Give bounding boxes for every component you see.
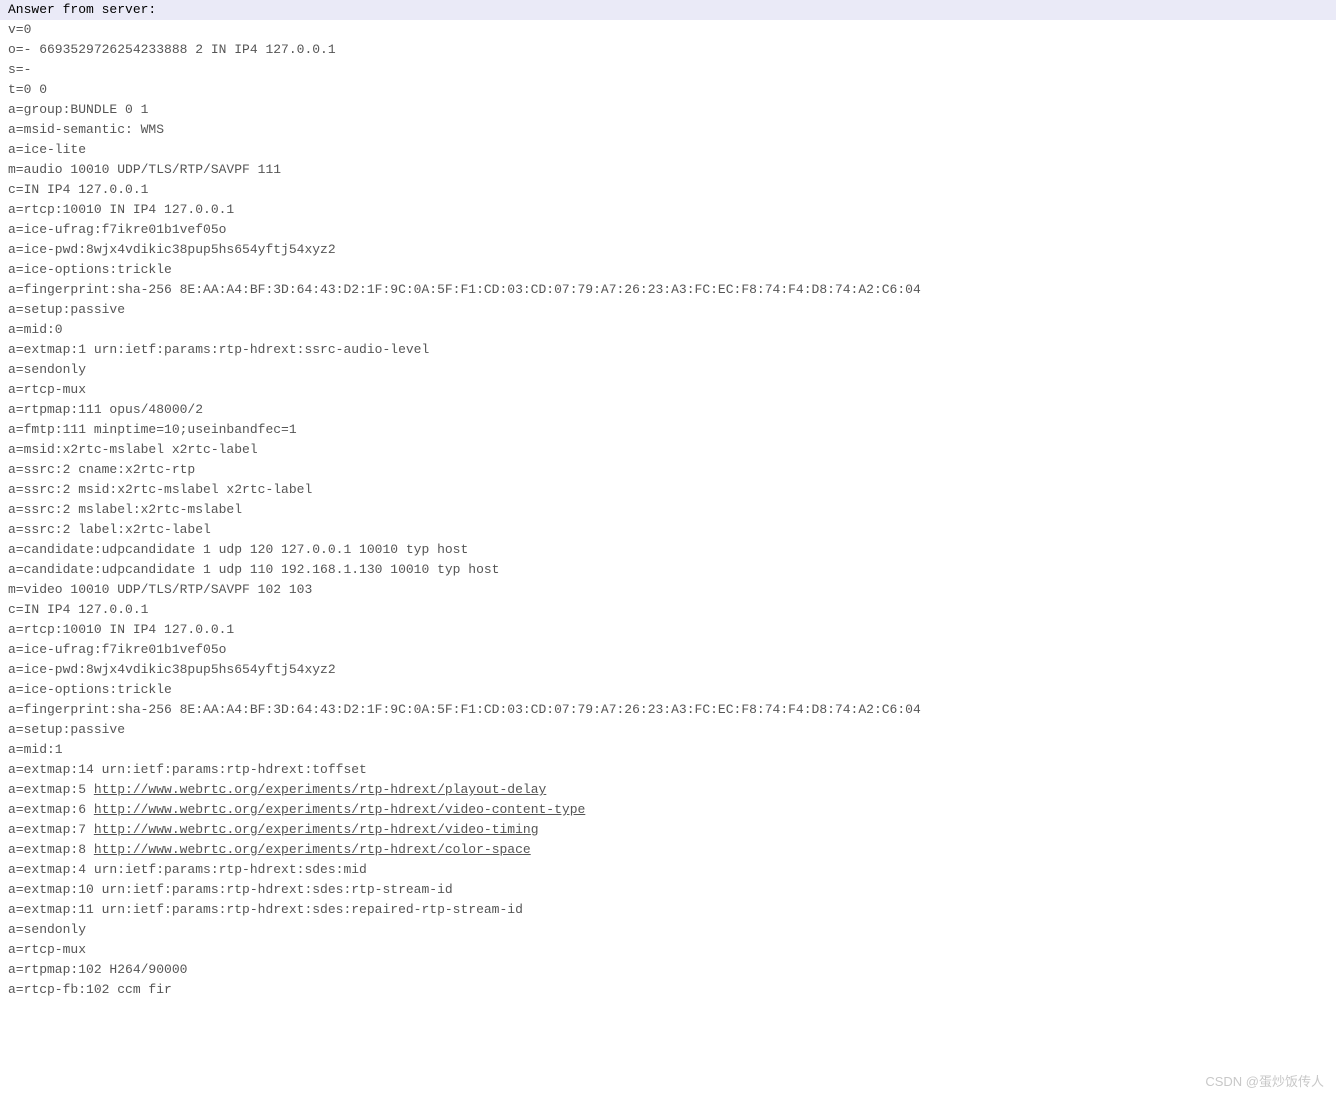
sdp-line: a=ice-ufrag:f7ikre01b1vef05o <box>0 640 1336 660</box>
sdp-line: a=ice-pwd:8wjx4vdikic38pup5hs654yftj54xy… <box>0 240 1336 260</box>
sdp-line: c=IN IP4 127.0.0.1 <box>0 600 1336 620</box>
sdp-line: a=rtpmap:111 opus/48000/2 <box>0 400 1336 420</box>
sdp-line: a=ssrc:2 cname:x2rtc-rtp <box>0 460 1336 480</box>
extmap-prefix: a=extmap:6 <box>8 802 94 817</box>
sdp-line: a=rtcp:10010 IN IP4 127.0.0.1 <box>0 620 1336 640</box>
sdp-line: a=rtcp-fb:102 ccm fir <box>0 980 1336 1000</box>
sdp-line: a=extmap:11 urn:ietf:params:rtp-hdrext:s… <box>0 900 1336 920</box>
sdp-line: m=audio 10010 UDP/TLS/RTP/SAVPF 111 <box>0 160 1336 180</box>
sdp-line: a=ssrc:2 label:x2rtc-label <box>0 520 1336 540</box>
extmap-prefix: a=extmap:7 <box>8 822 94 837</box>
sdp-line: a=rtcp-mux <box>0 940 1336 960</box>
sdp-line: a=msid-semantic: WMS <box>0 120 1336 140</box>
sdp-line-with-link: a=extmap:5 http://www.webrtc.org/experim… <box>0 780 1336 800</box>
sdp-line: a=setup:passive <box>0 300 1336 320</box>
sdp-line: a=ice-options:trickle <box>0 680 1336 700</box>
extmap-prefix: a=extmap:5 <box>8 782 94 797</box>
extmap-url-link[interactable]: http://www.webrtc.org/experiments/rtp-hd… <box>94 822 539 837</box>
sdp-line: t=0 0 <box>0 80 1336 100</box>
sdp-line: a=rtcp-mux <box>0 380 1336 400</box>
sdp-line: a=mid:1 <box>0 740 1336 760</box>
sdp-line: a=ice-ufrag:f7ikre01b1vef05o <box>0 220 1336 240</box>
sdp-line-with-link: a=extmap:8 http://www.webrtc.org/experim… <box>0 840 1336 860</box>
extmap-prefix: a=extmap:8 <box>8 842 94 857</box>
sdp-line: o=- 6693529726254233888 2 IN IP4 127.0.0… <box>0 40 1336 60</box>
sdp-line: a=fingerprint:sha-256 8E:AA:A4:BF:3D:64:… <box>0 700 1336 720</box>
sdp-line: a=rtcp:10010 IN IP4 127.0.0.1 <box>0 200 1336 220</box>
sdp-line: a=msid:x2rtc-mslabel x2rtc-label <box>0 440 1336 460</box>
sdp-line: a=extmap:10 urn:ietf:params:rtp-hdrext:s… <box>0 880 1336 900</box>
sdp-line: a=mid:0 <box>0 320 1336 340</box>
sdp-line: a=candidate:udpcandidate 1 udp 110 192.1… <box>0 560 1336 580</box>
sdp-line-with-link: a=extmap:6 http://www.webrtc.org/experim… <box>0 800 1336 820</box>
sdp-line: a=group:BUNDLE 0 1 <box>0 100 1336 120</box>
sdp-line: a=ssrc:2 msid:x2rtc-mslabel x2rtc-label <box>0 480 1336 500</box>
sdp-line: a=rtpmap:102 H264/90000 <box>0 960 1336 980</box>
watermark: CSDN @蛋炒饭传人 <box>1205 1072 1324 1092</box>
sdp-line: a=fmtp:111 minptime=10;useinbandfec=1 <box>0 420 1336 440</box>
extmap-url-link[interactable]: http://www.webrtc.org/experiments/rtp-hd… <box>94 802 585 817</box>
sdp-line: a=ice-lite <box>0 140 1336 160</box>
sdp-line: a=ice-options:trickle <box>0 260 1336 280</box>
header-line: Answer from server: <box>0 0 1336 20</box>
sdp-line: a=fingerprint:sha-256 8E:AA:A4:BF:3D:64:… <box>0 280 1336 300</box>
sdp-line: a=ssrc:2 mslabel:x2rtc-mslabel <box>0 500 1336 520</box>
sdp-line: a=sendonly <box>0 360 1336 380</box>
sdp-line: a=extmap:14 urn:ietf:params:rtp-hdrext:t… <box>0 760 1336 780</box>
sdp-line: a=setup:passive <box>0 720 1336 740</box>
sdp-line: a=sendonly <box>0 920 1336 940</box>
extmap-url-link[interactable]: http://www.webrtc.org/experiments/rtp-hd… <box>94 842 531 857</box>
sdp-line: a=extmap:4 urn:ietf:params:rtp-hdrext:sd… <box>0 860 1336 880</box>
sdp-line: a=candidate:udpcandidate 1 udp 120 127.0… <box>0 540 1336 560</box>
extmap-url-link[interactable]: http://www.webrtc.org/experiments/rtp-hd… <box>94 782 546 797</box>
sdp-line: s=- <box>0 60 1336 80</box>
sdp-line: a=ice-pwd:8wjx4vdikic38pup5hs654yftj54xy… <box>0 660 1336 680</box>
sdp-line: v=0 <box>0 20 1336 40</box>
sdp-line: m=video 10010 UDP/TLS/RTP/SAVPF 102 103 <box>0 580 1336 600</box>
sdp-line: a=extmap:1 urn:ietf:params:rtp-hdrext:ss… <box>0 340 1336 360</box>
sdp-line-with-link: a=extmap:7 http://www.webrtc.org/experim… <box>0 820 1336 840</box>
sdp-line: c=IN IP4 127.0.0.1 <box>0 180 1336 200</box>
